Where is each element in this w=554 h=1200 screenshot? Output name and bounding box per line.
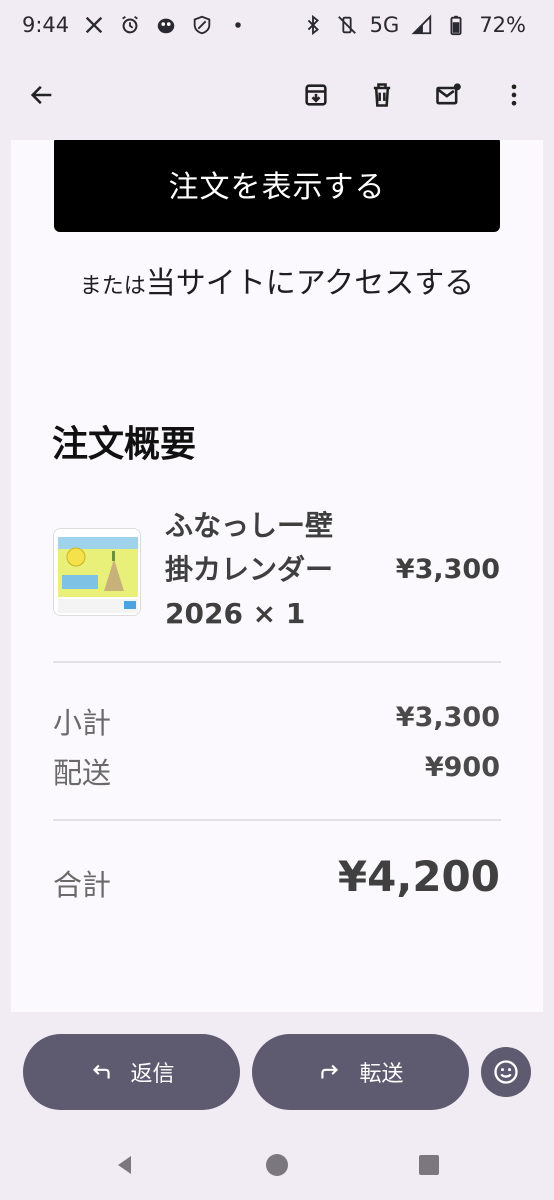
product-quantity-line: 2026 × 1 [165, 597, 306, 630]
emoji-react-button[interactable] [481, 1047, 531, 1097]
nav-back-icon[interactable] [113, 1153, 137, 1177]
divider [53, 661, 501, 663]
more-vert-icon[interactable] [492, 73, 536, 117]
nav-recents-icon[interactable] [417, 1153, 441, 1177]
product-name-line1: ふなっしー壁 [165, 509, 334, 542]
product-thumbnail [53, 528, 141, 616]
shield-icon [191, 14, 213, 36]
reply-icon [93, 1064, 111, 1079]
product-name-line2: 掛カレンダー [165, 553, 334, 586]
access-prefix: または [79, 274, 146, 299]
shipping-value: ¥900 [424, 752, 500, 783]
system-nav-bar [0, 1130, 554, 1200]
vibrate-off-icon [336, 14, 358, 36]
forward-label: 転送 [359, 1062, 404, 1087]
archive-icon[interactable] [294, 73, 338, 117]
store-access-line: または当サイトにアクセスする [11, 258, 543, 302]
status-time: 9:44 [22, 13, 70, 37]
subtotal-label: 小計 [53, 706, 112, 740]
network-type: 5G [369, 13, 400, 37]
forward-icon [321, 1064, 339, 1079]
divider [53, 819, 501, 821]
store-access-link[interactable]: 当サイトにアクセスする [146, 266, 475, 301]
trash-icon[interactable] [360, 73, 404, 117]
total-label: 合計 [53, 868, 112, 902]
subtotal-value: ¥3,300 [395, 702, 500, 733]
product-name: ふなっしー壁 掛カレンダー 2026 × 1 [165, 504, 375, 636]
notification-dot-icon [227, 14, 249, 36]
forward-button[interactable]: 転送 [252, 1034, 469, 1110]
bottom-actions: 返信 転送 [0, 1032, 554, 1112]
signal-icon [411, 14, 433, 36]
x-app-icon [83, 14, 105, 36]
bluetooth-icon [302, 14, 324, 36]
battery-level: 72% [479, 13, 526, 37]
product-price: ¥3,300 [395, 554, 500, 585]
mark-unread-icon[interactable] [426, 73, 470, 117]
battery-icon [445, 14, 467, 36]
shipping-label: 配送 [53, 756, 112, 790]
status-bar: 9:44 5G 72% [0, 0, 554, 50]
reply-label: 返信 [130, 1062, 175, 1087]
app-mascot-icon [155, 14, 177, 36]
email-body: 注文を表示する または当サイトにアクセスする 注文概要 ふなっしー壁 掛カレンダ… [11, 140, 543, 1012]
view-order-button[interactable]: 注文を表示する [54, 140, 500, 232]
app-bar-actions [294, 73, 536, 117]
app-bar [0, 60, 554, 130]
status-right: 5G 72% [302, 13, 526, 37]
back-arrow-icon[interactable] [20, 73, 64, 117]
status-left: 9:44 [22, 13, 249, 37]
alarm-icon [119, 14, 141, 36]
nav-home-icon[interactable] [265, 1153, 289, 1177]
calendar-product-image [54, 529, 140, 615]
order-summary-title: 注文概要 [52, 424, 197, 465]
total-value: ¥4,200 [337, 852, 500, 901]
reply-button[interactable]: 返信 [23, 1034, 240, 1110]
smiley-icon [494, 1060, 518, 1084]
